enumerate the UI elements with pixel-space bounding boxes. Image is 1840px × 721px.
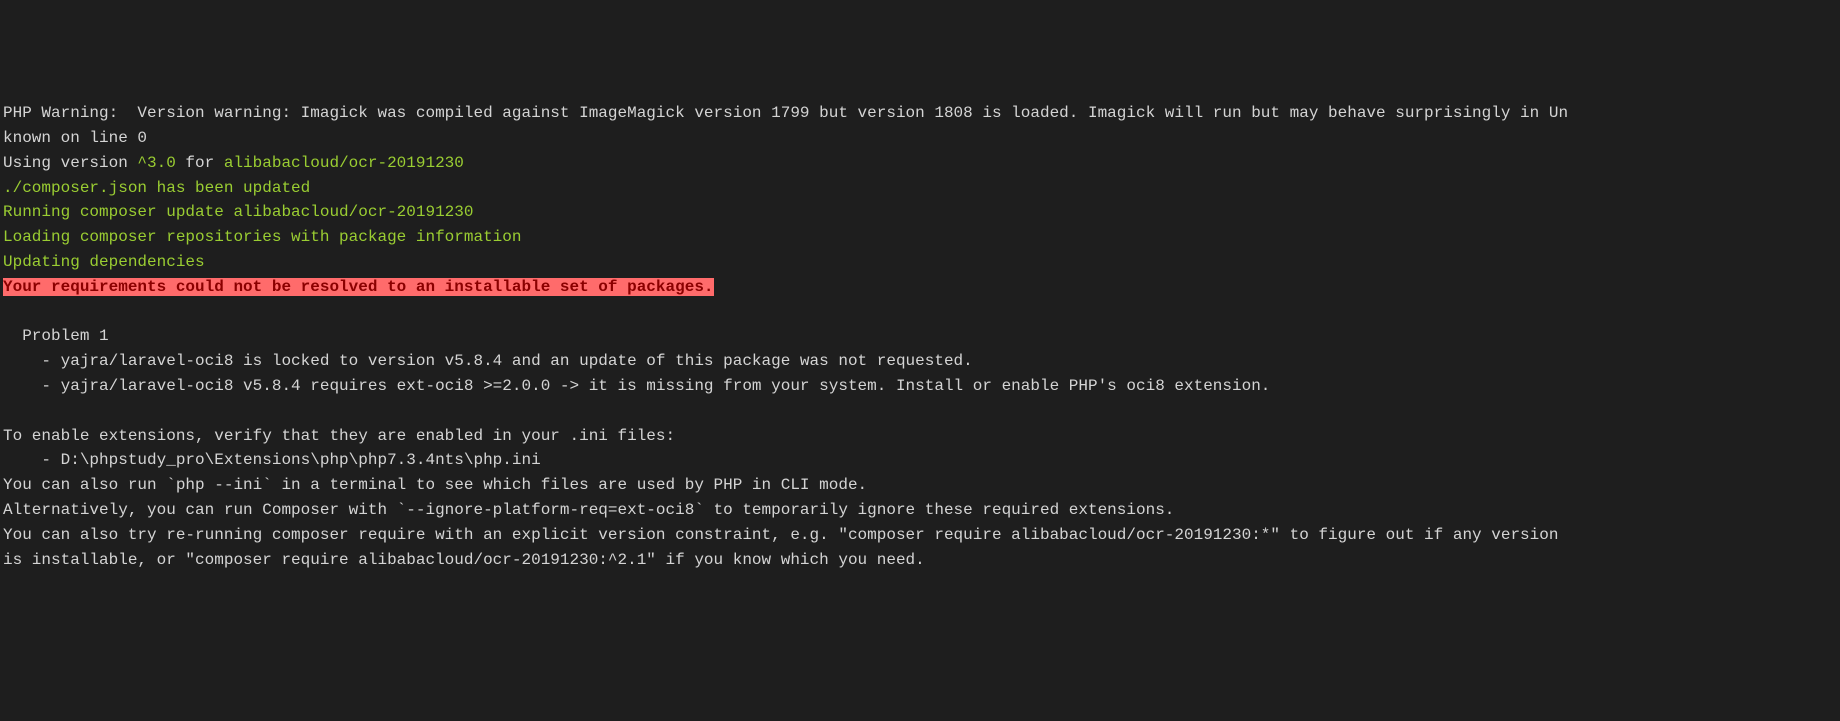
terminal-line: Loading composer repositories with packa… (3, 225, 1837, 250)
terminal-output: PHP Warning: Version warning: Imagick wa… (3, 101, 1837, 597)
terminal-line (3, 300, 1837, 325)
terminal-line: - yajra/laravel-oci8 v5.8.4 requires ext… (3, 374, 1837, 399)
terminal-text-green: ^3.0 (137, 154, 175, 172)
terminal-error-text: Your requirements could not be resolved … (3, 278, 714, 296)
terminal-text-green: alibabacloud/ocr-20191230 (224, 154, 464, 172)
terminal-line: known on line 0 (3, 126, 1837, 151)
terminal-text-green: Running composer update alibabacloud/ocr… (3, 203, 473, 221)
terminal-line: Updating dependencies (3, 250, 1837, 275)
terminal-line: Problem 1 (3, 324, 1837, 349)
terminal-line: Your requirements could not be resolved … (3, 275, 1837, 300)
terminal-line: PHP Warning: Version warning: Imagick wa… (3, 101, 1837, 126)
terminal-line (3, 399, 1837, 424)
terminal-line: - D:\phpstudy_pro\Extensions\php\php7.3.… (3, 448, 1837, 473)
terminal-text-green: ./composer.json has been updated (3, 179, 310, 197)
terminal-line (3, 572, 1837, 597)
terminal-line: Using version ^3.0 for alibabacloud/ocr-… (3, 151, 1837, 176)
terminal-line: Running composer update alibabacloud/ocr… (3, 200, 1837, 225)
terminal-line: ./composer.json has been updated (3, 176, 1837, 201)
terminal-text-green: Loading composer repositories with packa… (3, 228, 521, 246)
terminal-line: - yajra/laravel-oci8 is locked to versio… (3, 349, 1837, 374)
terminal-line: You can also try re-running composer req… (3, 523, 1837, 548)
terminal-text: Using version (3, 154, 137, 172)
terminal-line: Alternatively, you can run Composer with… (3, 498, 1837, 523)
terminal-text: for (176, 154, 224, 172)
terminal-line: is installable, or "composer require ali… (3, 548, 1837, 573)
terminal-line: To enable extensions, verify that they a… (3, 424, 1837, 449)
terminal-line: You can also run `php --ini` in a termin… (3, 473, 1837, 498)
terminal-text-green: Updating dependencies (3, 253, 205, 271)
